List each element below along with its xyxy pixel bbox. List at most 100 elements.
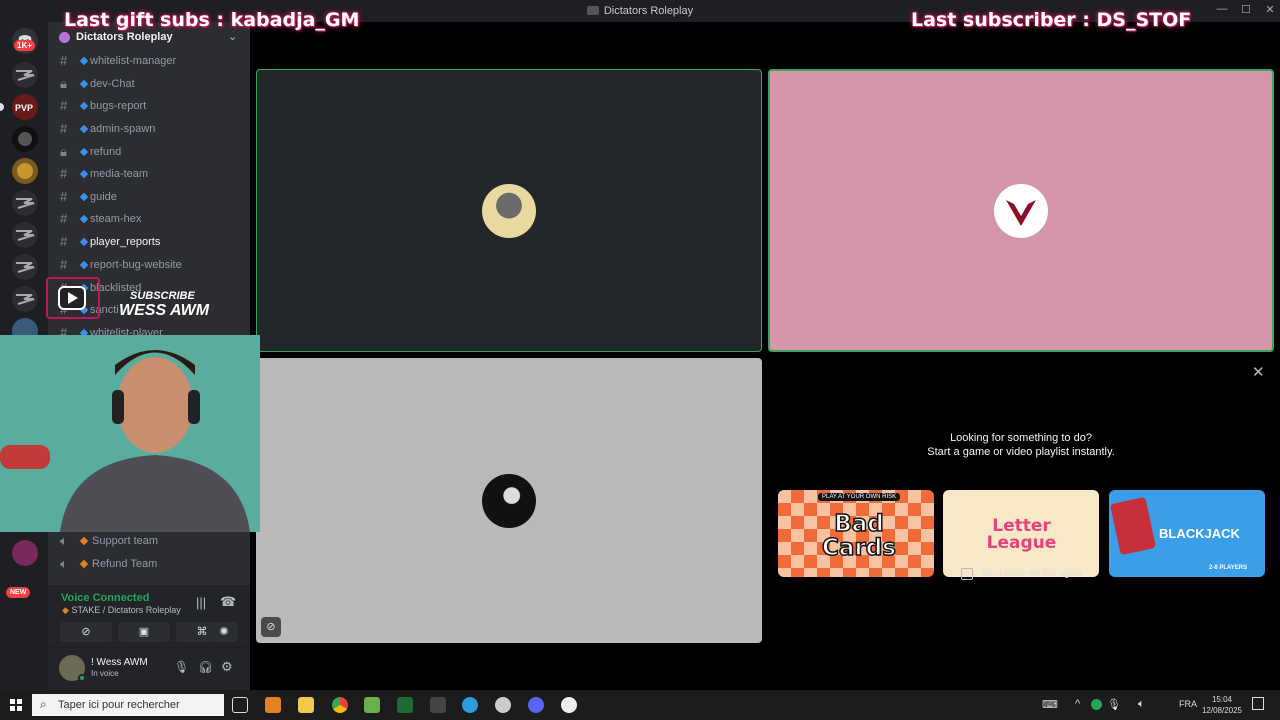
server-icon[interactable]	[12, 126, 38, 152]
channel-item[interactable]: # media-team	[48, 164, 250, 184]
screen-share-icon: ▣	[138, 626, 150, 638]
microphone-icon[interactable]: 🎙︎	[1107, 698, 1121, 711]
file-explorer-icon[interactable]	[298, 697, 314, 713]
svg-text:PVP: PVP	[15, 103, 33, 113]
streamer-name: WESS AWM	[119, 302, 210, 319]
clock-time: 15:04	[1211, 695, 1233, 704]
close-icon[interactable]: ✕	[1252, 363, 1265, 381]
task-view-icon[interactable]	[232, 697, 248, 713]
diamond-icon	[79, 536, 89, 546]
server-icon[interactable]	[12, 222, 38, 248]
server-icon[interactable]: PVP	[12, 94, 38, 120]
app-icon[interactable]	[364, 697, 380, 713]
channel-item[interactable]: # whitelist-manager	[48, 51, 250, 71]
chrome-icon[interactable]	[332, 697, 348, 713]
server-icon[interactable]	[12, 158, 38, 184]
hash-icon: #	[60, 53, 68, 68]
activity-title: Looking for something to do?	[950, 432, 1092, 444]
channel-item[interactable]: # admin-spawn	[48, 119, 250, 139]
card-title: Bad Cards	[821, 511, 896, 561]
chevron-down-icon[interactable]: ⌄	[228, 30, 237, 43]
diamond-icon	[79, 101, 89, 111]
search-placeholder: Taper ici pour rechercher	[58, 699, 180, 711]
minimize-button[interactable]: —	[1212, 3, 1232, 19]
disconnect-icon[interactable]: ☎	[220, 594, 236, 610]
volume-icon[interactable]: 🔈︎	[1138, 698, 1145, 711]
channel-item[interactable]: # report-bug-website	[48, 255, 250, 275]
edge-icon[interactable]	[462, 697, 478, 713]
participant-tile[interactable]	[768, 69, 1274, 352]
participant-tile[interactable]: ⊘	[256, 358, 762, 643]
microphone-icon[interactable]: 🎙︎	[174, 660, 189, 674]
soundboard-icon: ✺	[219, 626, 229, 638]
participant-tile[interactable]	[256, 69, 762, 352]
online-status-dot	[78, 674, 86, 682]
app-icon[interactable]	[495, 697, 511, 713]
signal-icon[interactable]: |||	[196, 595, 206, 610]
language-indicator[interactable]: FRA	[1179, 699, 1197, 709]
speaker-icon: 🔈︎	[60, 533, 68, 548]
avatar	[482, 474, 536, 528]
server-icon[interactable]	[12, 254, 38, 280]
discord-icon[interactable]	[528, 697, 544, 713]
channel-item[interactable]: # steam-hex	[48, 209, 250, 229]
hash-icon: #	[60, 211, 68, 226]
channel-item[interactable]: # guide	[48, 187, 250, 207]
user-status: In voice	[91, 669, 119, 678]
channel-label: media-team	[90, 168, 149, 180]
hash-icon: #	[60, 234, 68, 249]
channel-label: report-bug-website	[90, 259, 182, 271]
taskbar-search[interactable]: ⌕ Taper ici pour rechercher	[32, 694, 224, 716]
maximize-button[interactable]: ☐	[1236, 3, 1256, 19]
speaker-icon: 🔈︎	[60, 556, 68, 571]
notification-icon[interactable]	[1252, 697, 1264, 710]
diamond-icon	[79, 56, 89, 66]
app-icon[interactable]	[561, 697, 577, 713]
channel-item[interactable]: # player_reports	[48, 232, 250, 252]
card-art	[1109, 496, 1157, 556]
channel-label: dev-Chat	[90, 78, 135, 90]
server-icon[interactable]	[12, 62, 38, 88]
server-icon[interactable]	[12, 540, 38, 566]
screen-share-button[interactable]: ▣	[118, 622, 170, 642]
channel-label: refund	[90, 146, 122, 158]
camera-off-icon[interactable]: ⊘	[261, 617, 281, 637]
channel-label: admin-spawn	[90, 123, 156, 135]
channel-item[interactable]: 🔒︎ refund	[48, 142, 250, 162]
hash-icon: #	[60, 257, 68, 272]
activity-card-bad-cards[interactable]: PLAY AT YOUR OWN RISK Bad Cards	[778, 490, 934, 577]
windows-start-icon[interactable]	[10, 699, 22, 711]
app-icon	[586, 6, 599, 15]
search-icon: ⌕	[40, 697, 47, 711]
activity-card-letter-league[interactable]: Letter League	[943, 490, 1099, 577]
card-title: BLACKJACK	[1159, 526, 1240, 541]
headphones-icon[interactable]: 🎧︎	[198, 660, 213, 674]
play-icon	[58, 286, 86, 310]
channel-item[interactable]: 🔒︎ dev-Chat	[48, 74, 250, 94]
hash-icon: #	[60, 121, 68, 136]
app-icon[interactable]	[265, 697, 281, 713]
app-icon[interactable]	[430, 697, 446, 713]
voice-channel-item[interactable]: 🔈︎ Refund Team	[48, 554, 250, 574]
server-icon[interactable]	[12, 190, 38, 216]
subscribe-overlay	[46, 277, 100, 319]
camera-off-button[interactable]: ⊘	[60, 622, 112, 642]
tray-app-icon[interactable]	[1091, 699, 1102, 710]
app-icon[interactable]	[397, 697, 413, 713]
soundboard-button[interactable]: ✺	[210, 622, 238, 642]
voice-stage: ⊘ ✕ Looking for something to do? Start a…	[250, 22, 1280, 690]
activity-card-blackjack[interactable]: BLACKJACK 2-8 PLAYERS	[1109, 490, 1265, 577]
server-icon[interactable]	[12, 286, 38, 312]
clock[interactable]: 15:04 12/08/2025	[1200, 694, 1244, 716]
dont-show-checkbox[interactable]	[961, 568, 973, 580]
close-window-button[interactable]: ✕	[1260, 3, 1280, 19]
keyboard-icon[interactable]: ⌨	[1042, 698, 1058, 711]
voice-location[interactable]: ◆ STAKE / Dictators Roleplay	[62, 605, 181, 616]
chevron-up-icon[interactable]: ^	[1075, 698, 1080, 710]
voice-channel-item[interactable]: 🔈︎ Support team	[48, 531, 250, 551]
diamond-icon	[79, 147, 89, 157]
channel-item[interactable]: # bugs-report	[48, 96, 250, 116]
voice-status: Voice Connected	[61, 592, 150, 604]
gear-icon[interactable]: ⚙	[221, 659, 233, 675]
last-gift-subs-overlay: Last gift subs : kabadja_GM	[64, 9, 360, 31]
